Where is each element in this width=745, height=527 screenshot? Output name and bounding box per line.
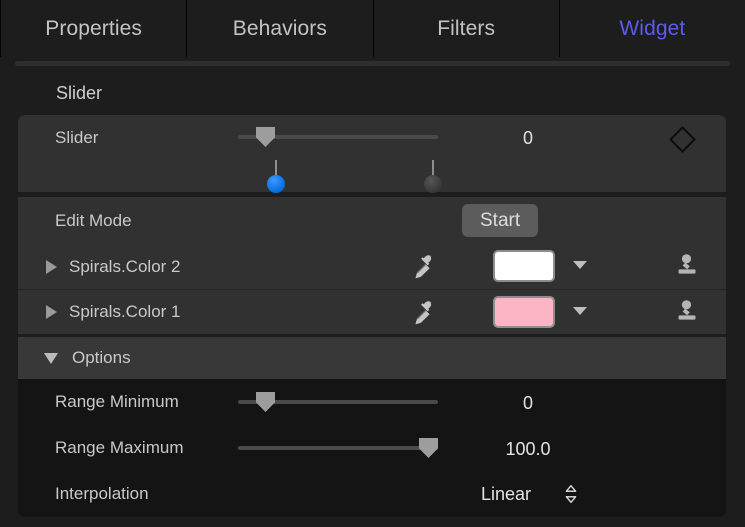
triangle-down-icon[interactable] xyxy=(44,352,58,364)
spirals-color-1-row: Spirals.Color 1 xyxy=(18,289,726,334)
eyedropper-icon[interactable] xyxy=(413,300,441,328)
interpolation-value[interactable]: Linear xyxy=(481,484,531,505)
widget-inspector-panel: Properties Behaviors Filters Widget Slid… xyxy=(0,0,745,527)
slider-group-header: Slider xyxy=(0,71,745,115)
slider-track[interactable] xyxy=(238,127,438,147)
horizontal-scrollbar-thumb[interactable] xyxy=(15,61,730,66)
slider-handle[interactable] xyxy=(256,127,275,147)
inspector-tab-bar: Properties Behaviors Filters Widget xyxy=(0,0,745,57)
range-maximum-value[interactable]: 100.0 xyxy=(473,439,583,460)
slider-row-label: Slider xyxy=(55,127,99,147)
edit-mode-label: Edit Mode xyxy=(55,210,132,230)
tab-behaviors-label: Behaviors xyxy=(232,16,328,40)
slider-row: Slider 0 xyxy=(18,115,726,160)
spirals-color-2-row: Spirals.Color 2 xyxy=(18,244,726,289)
slider-value[interactable]: 0 xyxy=(498,128,558,149)
tab-filters[interactable]: Filters xyxy=(373,0,560,57)
slider-parameter-block: Slider 0 xyxy=(18,115,726,193)
chevron-down-icon[interactable] xyxy=(573,261,587,269)
color-swatch-2[interactable] xyxy=(493,250,555,282)
keyframe-marker-knob[interactable] xyxy=(424,175,442,193)
color-swatch-1[interactable] xyxy=(493,296,555,328)
eyedropper-icon[interactable] xyxy=(413,254,441,282)
range-maximum-label: Range Maximum xyxy=(55,438,184,457)
stamp-icon[interactable] xyxy=(673,299,701,327)
horizontal-scrollbar-area xyxy=(0,57,745,71)
options-header-label: Options xyxy=(72,348,131,367)
start-button[interactable]: Start xyxy=(462,204,539,237)
keyframe-marker-knob[interactable] xyxy=(267,175,285,193)
tab-properties-label: Properties xyxy=(45,16,142,40)
range-maximum-row: Range Maximum 100.0 xyxy=(18,425,726,471)
start-button-label: Start xyxy=(480,209,521,231)
up-down-chevron-icon[interactable] xyxy=(565,484,577,504)
tab-widget-label: Widget xyxy=(619,16,686,40)
tab-widget[interactable]: Widget xyxy=(559,0,745,57)
range-minimum-slider-handle[interactable] xyxy=(256,392,275,412)
slider-group-label: Slider xyxy=(56,82,103,103)
range-maximum-slider-track[interactable] xyxy=(238,438,438,458)
options-header-row: Options xyxy=(18,337,726,379)
edit-mode-row: Edit Mode Start xyxy=(18,197,726,244)
range-maximum-slider-handle[interactable] xyxy=(419,438,438,458)
tab-behaviors[interactable]: Behaviors xyxy=(187,0,374,57)
edit-mode-color-block: Edit Mode Start Spirals.Color 2 Spirals.… xyxy=(18,197,726,334)
chevron-down-icon[interactable] xyxy=(573,307,587,315)
options-body-block: Range Minimum 0 Range Maximum 100.0 Inte… xyxy=(18,379,726,517)
triangle-right-icon[interactable] xyxy=(46,259,57,274)
tab-properties[interactable]: Properties xyxy=(0,0,188,57)
range-minimum-slider-track[interactable] xyxy=(238,392,438,412)
interpolation-row: Interpolation Linear xyxy=(18,471,726,517)
triangle-right-icon[interactable] xyxy=(46,305,57,319)
stamp-icon[interactable] xyxy=(673,253,701,281)
range-minimum-value[interactable]: 0 xyxy=(498,393,558,414)
options-group-header[interactable]: Options xyxy=(18,337,726,379)
range-minimum-label: Range Minimum xyxy=(55,392,179,411)
range-minimum-row: Range Minimum 0 xyxy=(18,379,726,425)
tab-filters-label: Filters xyxy=(437,16,496,40)
inspector-panel-body: Slider Slider 0 Edit Mode Start Spirals.… xyxy=(0,71,745,527)
spirals-color-1-label: Spirals.Color 1 xyxy=(69,302,181,321)
diamond-icon[interactable] xyxy=(669,126,696,153)
spirals-color-2-label: Spirals.Color 2 xyxy=(69,256,181,276)
interpolation-label: Interpolation xyxy=(55,484,149,503)
